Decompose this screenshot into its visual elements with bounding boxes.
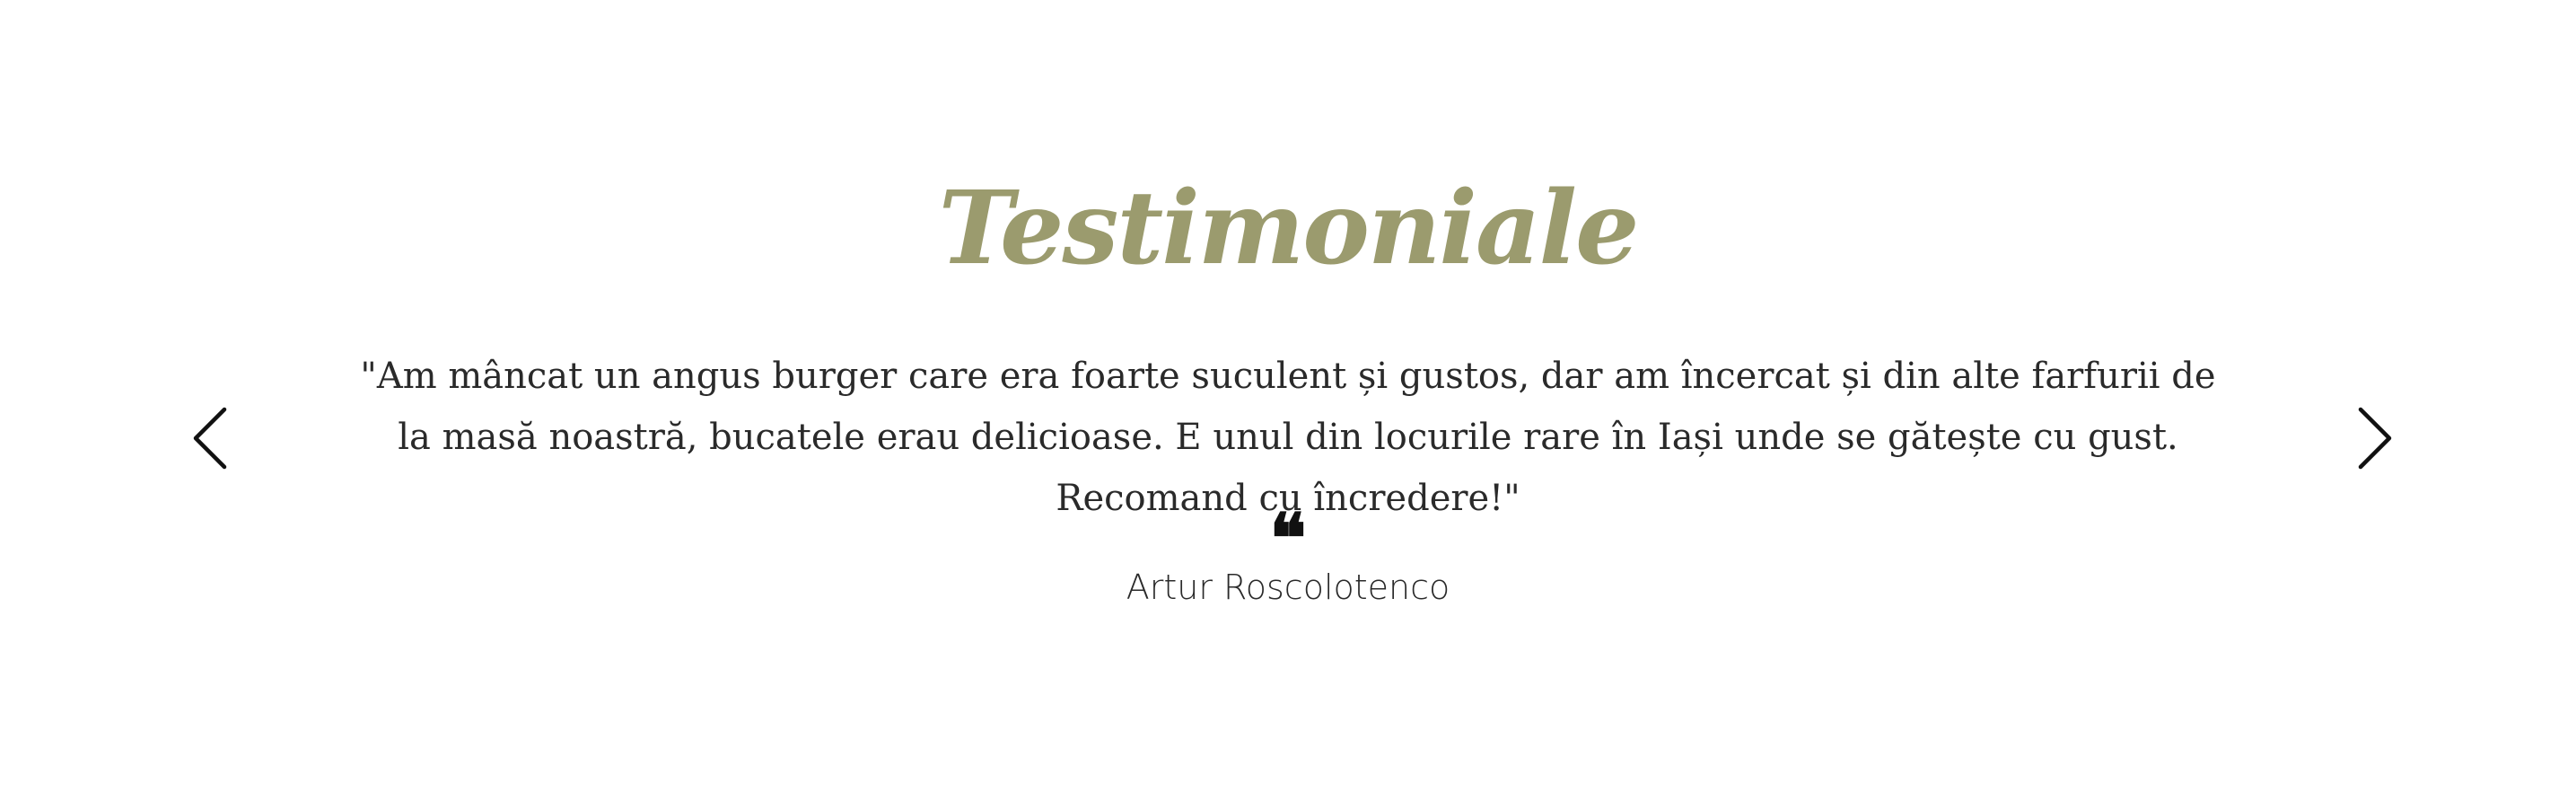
testimonial-author: Artur Roscolotenco: [1126, 568, 1450, 607]
next-testimonial-button[interactable]: [2352, 406, 2396, 471]
chevron-right-icon: [2358, 407, 2392, 470]
previous-testimonial-button[interactable]: [188, 406, 233, 471]
section-title: Testimoniale: [938, 170, 1640, 287]
quote-icon: ❝: [1269, 498, 1307, 578]
chevron-left-icon: [193, 407, 227, 470]
testimonials-section: Testimoniale "Am mâncat un angus burger …: [0, 0, 2576, 792]
